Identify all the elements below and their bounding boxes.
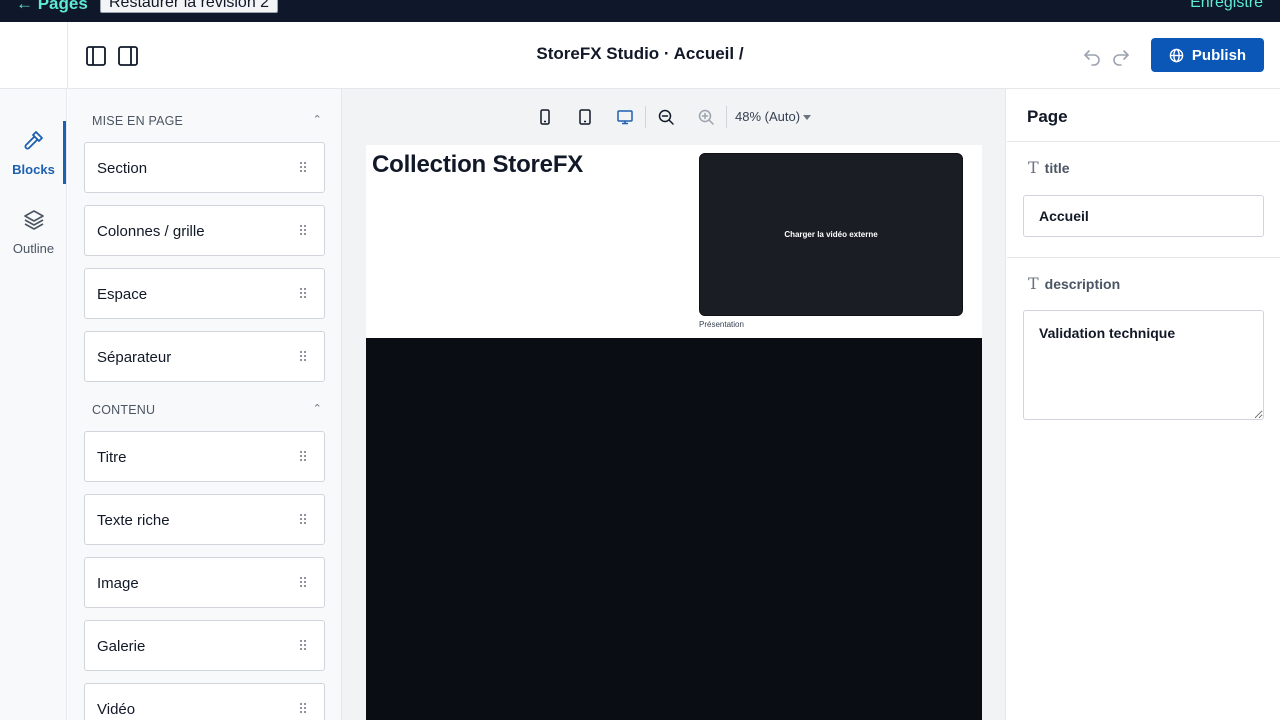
video-caption: Présentation xyxy=(699,320,744,329)
title-input[interactable] xyxy=(1023,195,1264,237)
chevron-up-icon[interactable]: ⌃ xyxy=(313,113,322,126)
canvas-toolbar: 48% (Auto) xyxy=(342,89,1005,145)
description-field-label: T description xyxy=(1028,274,1120,293)
block-label: Titre xyxy=(97,449,127,466)
drag-handle-icon[interactable] xyxy=(299,576,307,588)
title-field-label: T title xyxy=(1028,158,1070,177)
block-label: Galerie xyxy=(97,638,146,655)
left-rail: Blocks Outline xyxy=(0,89,67,720)
section-title: CONTENU xyxy=(92,403,156,417)
blocks-panel: MISE EN PAGE ⌃ Section Colonnes / grille… xyxy=(68,89,342,720)
page-preview[interactable]: Collection StoreFX Charger la vidéo exte… xyxy=(366,145,982,720)
block-item-video[interactable]: Vidéo xyxy=(84,683,325,720)
tablet-device-icon[interactable] xyxy=(576,108,594,126)
description-textarea[interactable]: Validation technique xyxy=(1023,310,1264,420)
globe-icon xyxy=(1169,48,1184,62)
publish-label: Publish xyxy=(1191,46,1247,64)
layers-icon xyxy=(22,210,46,236)
undo-icon[interactable] xyxy=(1082,46,1102,66)
block-item-columns-grid[interactable]: Colonnes / grille xyxy=(84,205,325,256)
toolbar-divider xyxy=(726,106,727,128)
section-header-layout[interactable]: MISE EN PAGE ⌃ xyxy=(92,114,322,128)
block-label: Vidéo xyxy=(97,701,136,718)
drag-handle-icon[interactable] xyxy=(299,161,307,173)
properties-panel: Page T title T description Validation te… xyxy=(1007,89,1280,720)
video-embed[interactable]: Charger la vidéo externe xyxy=(699,153,963,316)
text-type-icon: T xyxy=(1028,158,1039,177)
block-item-separator[interactable]: Séparateur xyxy=(84,331,325,382)
block-label: Texte riche xyxy=(97,512,170,529)
properties-title: Page xyxy=(1027,107,1068,126)
block-item-rich-text[interactable]: Texte riche xyxy=(84,494,325,545)
rail-item-label: Blocks xyxy=(12,162,55,177)
block-item-spacer[interactable]: Espace xyxy=(84,268,325,319)
redo-icon[interactable] xyxy=(1111,46,1131,66)
editor-canvas: 48% (Auto) Collection StoreFX Charger la… xyxy=(342,89,1006,720)
drag-handle-icon[interactable] xyxy=(299,224,307,236)
zoom-in-icon[interactable] xyxy=(697,108,715,126)
mobile-device-icon[interactable] xyxy=(536,108,554,126)
drag-handle-icon[interactable] xyxy=(299,350,307,362)
block-item-image[interactable]: Image xyxy=(84,557,325,608)
block-item-heading[interactable]: Titre xyxy=(84,431,325,482)
hero-title[interactable]: Collection StoreFX xyxy=(372,151,583,179)
save-status: Enregistré xyxy=(1190,0,1263,11)
block-label: Espace xyxy=(97,286,148,303)
top-strip: ← Pages Restaurer la révision 2 Enregist… xyxy=(0,0,1280,22)
panel-divider xyxy=(1007,141,1280,142)
chevron-up-icon[interactable]: ⌃ xyxy=(313,402,322,415)
load-video-label[interactable]: Charger la vidéo externe xyxy=(784,230,877,239)
section-title: MISE EN PAGE xyxy=(92,114,184,128)
restore-revision-button[interactable]: Restaurer la révision 2 xyxy=(100,0,279,13)
drag-handle-icon[interactable] xyxy=(299,639,307,651)
block-label: Colonnes / grille xyxy=(97,223,205,240)
toolbar-divider xyxy=(645,106,646,128)
field-label-text: title xyxy=(1044,159,1070,176)
rail-item-label: Outline xyxy=(12,241,55,256)
back-to-pages-link[interactable]: ← Pages xyxy=(16,0,88,14)
rail-item-outline[interactable]: Outline xyxy=(0,208,67,256)
text-type-icon: T xyxy=(1028,274,1039,293)
block-label: Image xyxy=(97,575,139,592)
field-label-text: description xyxy=(1044,275,1121,292)
zoom-value: 48% (Auto) xyxy=(735,109,801,124)
hammer-icon xyxy=(22,131,46,157)
dark-section-block[interactable] xyxy=(366,338,982,720)
drag-handle-icon[interactable] xyxy=(299,513,307,525)
desktop-device-icon[interactable] xyxy=(616,108,634,126)
drag-handle-icon[interactable] xyxy=(299,702,307,714)
publish-button[interactable]: Publish xyxy=(1151,38,1264,72)
zoom-select[interactable]: 48% (Auto) xyxy=(735,109,812,124)
zoom-out-icon[interactable] xyxy=(657,108,675,126)
block-label: Section xyxy=(97,160,148,177)
block-label: Séparateur xyxy=(97,349,172,366)
section-header-content[interactable]: CONTENU ⌃ xyxy=(92,403,322,417)
drag-handle-icon[interactable] xyxy=(299,450,307,462)
panel-divider xyxy=(1007,257,1280,258)
caret-down-icon xyxy=(803,115,812,121)
editor-header: StoreFX Studio · Accueil / Publish xyxy=(0,22,1280,89)
rail-item-blocks[interactable]: Blocks xyxy=(0,129,67,177)
drag-handle-icon[interactable] xyxy=(299,287,307,299)
block-item-section[interactable]: Section xyxy=(84,142,325,193)
block-item-gallery[interactable]: Galerie xyxy=(84,620,325,671)
